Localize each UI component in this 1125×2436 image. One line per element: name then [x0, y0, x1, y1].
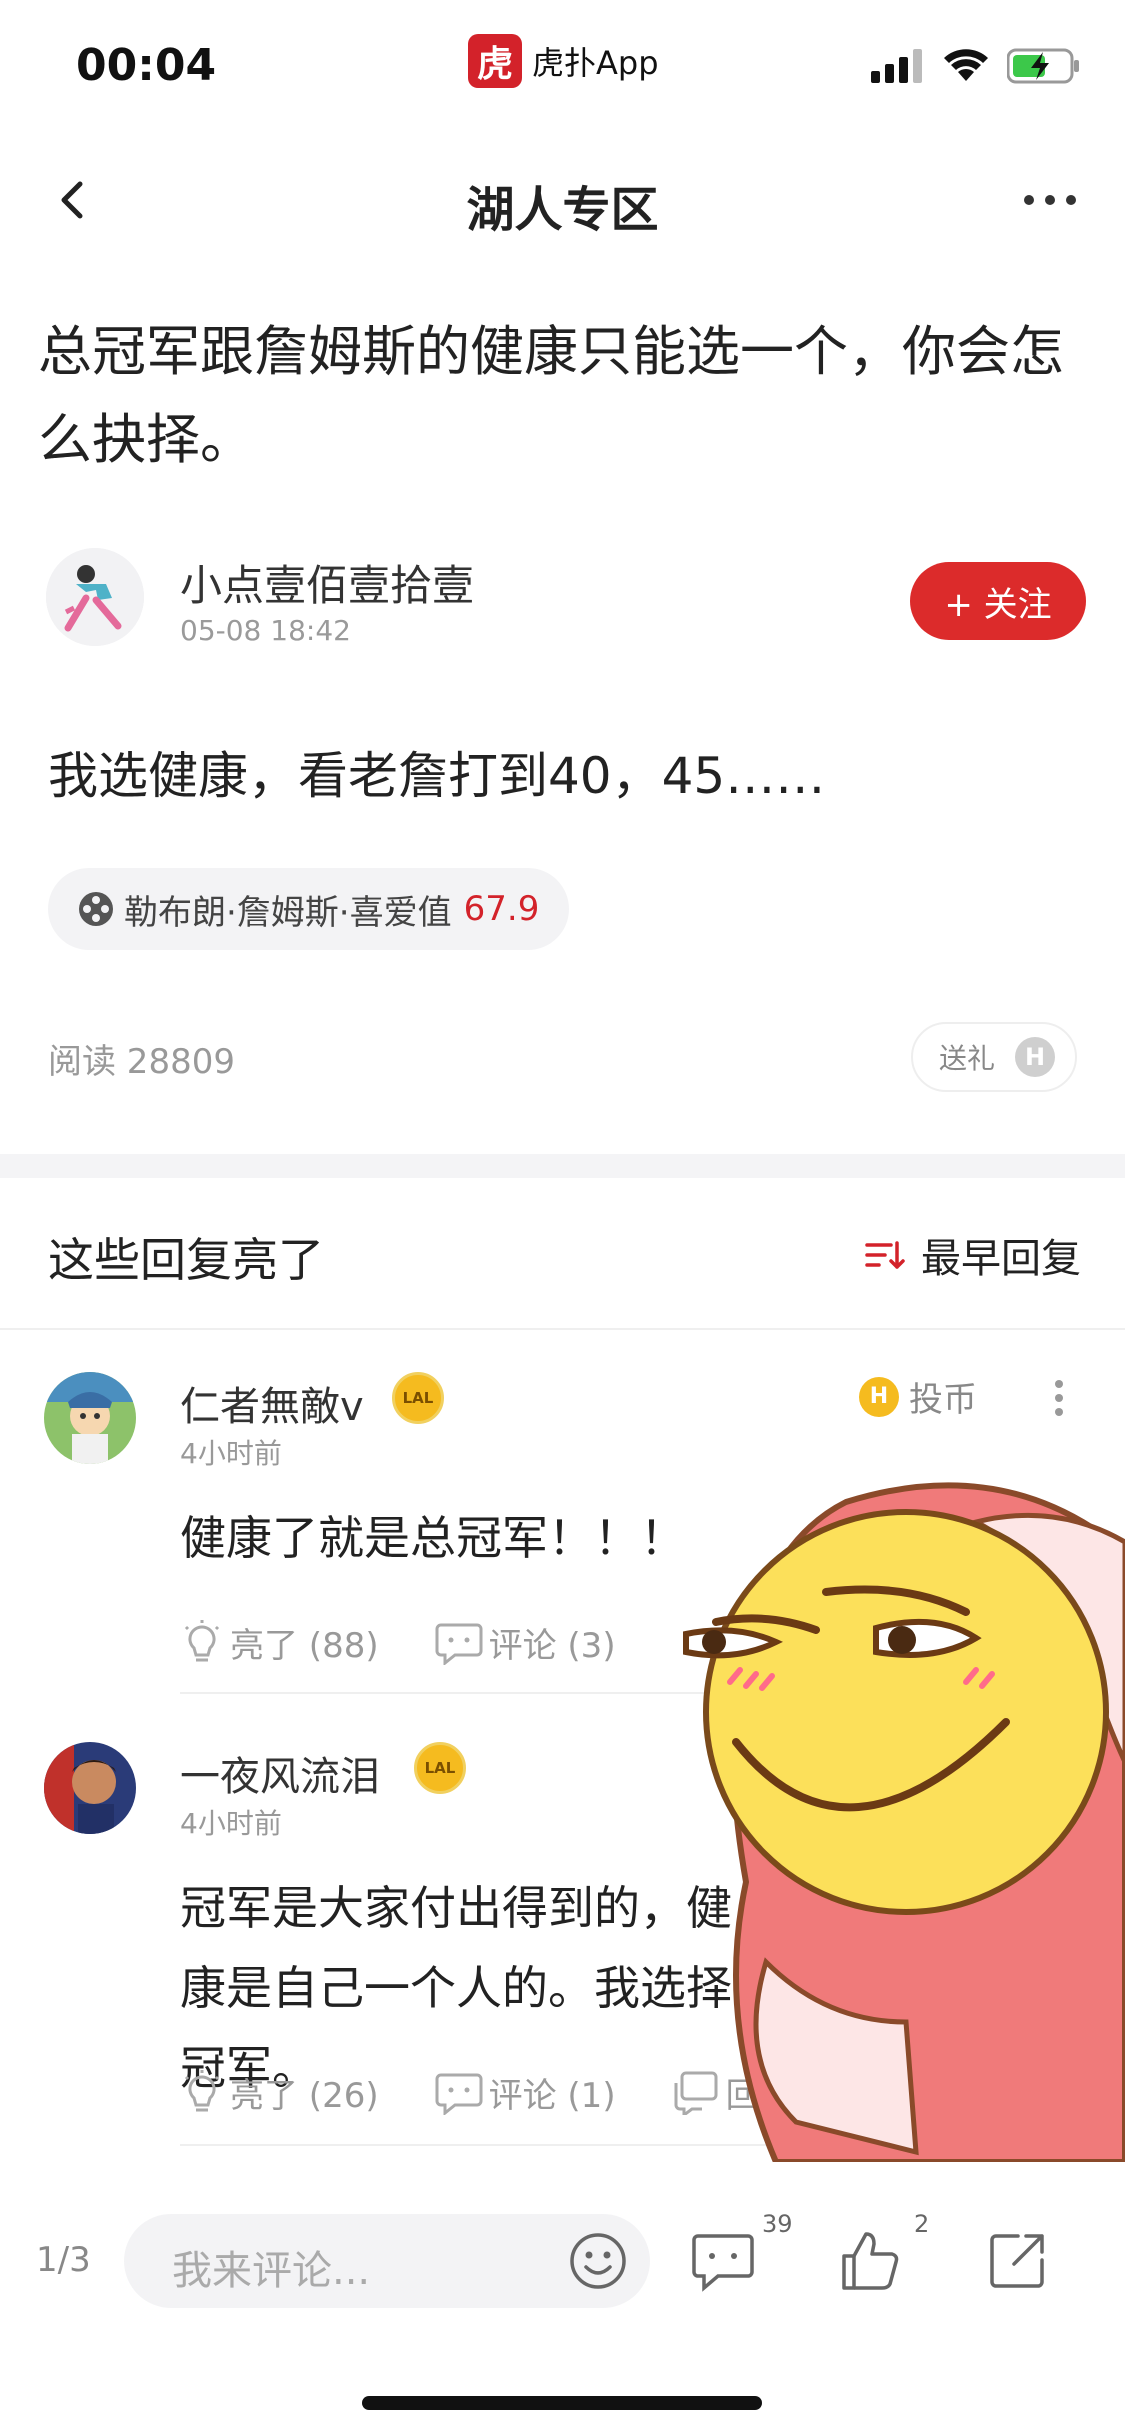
- nav-bar: 湖人专区: [0, 150, 1125, 250]
- follow-button[interactable]: + 关注: [910, 562, 1086, 640]
- reply-more-icon[interactable]: [1053, 1378, 1065, 1418]
- post-body: 我选健康，看老詹打到40，45……: [48, 747, 826, 805]
- more-options-icon[interactable]: [1015, 170, 1085, 230]
- gift-label: 送礼: [939, 1042, 996, 1075]
- post-title: 总冠军跟詹姆斯的健康只能选一个，你会怎么抉择。: [38, 320, 1064, 471]
- status-bar: 00:04 虎 虎扑App: [0, 0, 1125, 130]
- author-avatar[interactable]: [46, 548, 144, 646]
- sort-icon: [865, 1241, 905, 1269]
- replies-section-title: 这些回复亮了: [48, 1233, 324, 1287]
- reply-time: 4小时前: [180, 1437, 282, 1470]
- reply-text: 健康了就是总冠军！！！: [180, 1511, 686, 1565]
- comment-placeholder: 我来评论...: [172, 2248, 371, 2294]
- thumbs-up-icon[interactable]: [836, 2228, 902, 2294]
- comment-icon: [435, 1623, 483, 1665]
- author-row: 小点壹佰壹拾壹 05-08 18:42 + 关注: [46, 548, 1086, 658]
- comment-button[interactable]: 评论 (1): [435, 2068, 616, 2117]
- reply-avatar-image: [44, 1372, 136, 1464]
- tip-coin-button[interactable]: H 投币: [859, 1372, 977, 1421]
- player-tag[interactable]: 勒布朗·詹姆斯·喜爱值 67.9: [48, 868, 570, 950]
- bottom-bar: 1/3 我来评论... 39 2: [0, 2200, 1125, 2320]
- page-title: 湖人专区: [466, 182, 659, 238]
- read-count: 阅读 28809: [48, 1042, 235, 1082]
- page-indicator[interactable]: 1/3: [36, 2240, 91, 2280]
- reply-avatar[interactable]: [44, 1372, 136, 1464]
- comment-button[interactable]: 评论 (3): [435, 1618, 616, 1667]
- comment-icon: [435, 2073, 483, 2115]
- hupu-logo-icon: 虎: [468, 34, 522, 88]
- like-count: 2: [914, 2210, 930, 2238]
- tag-score: 67.9: [463, 889, 540, 929]
- battery-charging-icon: [1007, 48, 1079, 84]
- status-icons: [871, 48, 1081, 84]
- reply-avatar-image: [44, 1742, 136, 1834]
- sort-button[interactable]: 最早回复: [863, 1226, 1081, 1284]
- film-reel-icon: [79, 892, 113, 926]
- reply-avatar[interactable]: [44, 1742, 136, 1834]
- comment-count: 39: [762, 2210, 793, 2238]
- light-button[interactable]: 亮了 (88): [180, 1618, 379, 1667]
- back-to-app[interactable]: 虎 虎扑App: [468, 34, 659, 88]
- emoji-icon[interactable]: [568, 2231, 628, 2291]
- lightbulb-icon: [184, 1619, 220, 1661]
- section-divider: [0, 1154, 1125, 1178]
- tag-label: 勒布朗·詹姆斯·喜爱值: [124, 892, 452, 933]
- app-name: 虎扑App: [532, 44, 659, 82]
- smirk-emoji-sticker: [683, 1482, 1125, 2162]
- light-button[interactable]: 亮了 (26): [180, 2068, 379, 2117]
- light-label: 亮了 (88): [230, 1626, 379, 1666]
- reply-author-name[interactable]: 仁者無敵v: [180, 1374, 364, 1432]
- team-badge-icon: LAL: [414, 1742, 466, 1794]
- sort-label: 最早回复: [921, 1236, 1081, 1282]
- status-time: 00:04: [76, 40, 217, 91]
- signal-icon: [871, 49, 922, 83]
- light-label: 亮了 (26): [230, 2076, 379, 2116]
- reply-actions: 亮了 (88) 评论 (3): [180, 1618, 616, 1667]
- comment-label: 评论 (3): [488, 1626, 616, 1666]
- author-avatar-image: [46, 548, 144, 646]
- h-coin-icon: H: [859, 1376, 899, 1417]
- gift-button[interactable]: 送礼 H: [911, 1022, 1077, 1092]
- section-line: [0, 1328, 1125, 1330]
- home-indicator[interactable]: [362, 2396, 762, 2410]
- h-coin-icon: H: [1015, 1037, 1056, 1077]
- lightbulb-icon: [184, 2069, 220, 2111]
- reply-author-name[interactable]: 一夜风流泪: [180, 1744, 380, 1802]
- team-badge-icon: LAL: [392, 1372, 444, 1424]
- post-time: 05-08 18:42: [180, 614, 351, 647]
- share-icon[interactable]: [984, 2228, 1050, 2294]
- comments-icon[interactable]: [690, 2228, 756, 2294]
- author-name[interactable]: 小点壹佰壹拾壹: [180, 552, 474, 613]
- reply-time: 4小时前: [180, 1807, 282, 1840]
- comment-input[interactable]: 我来评论...: [124, 2214, 650, 2308]
- reply-actions: 亮了 (26) 评论 (1) 回: [180, 2068, 760, 2117]
- wifi-icon: [944, 49, 988, 81]
- comment-label: 评论 (1): [488, 2076, 616, 2116]
- tip-coin-label: 投币: [909, 1380, 977, 1420]
